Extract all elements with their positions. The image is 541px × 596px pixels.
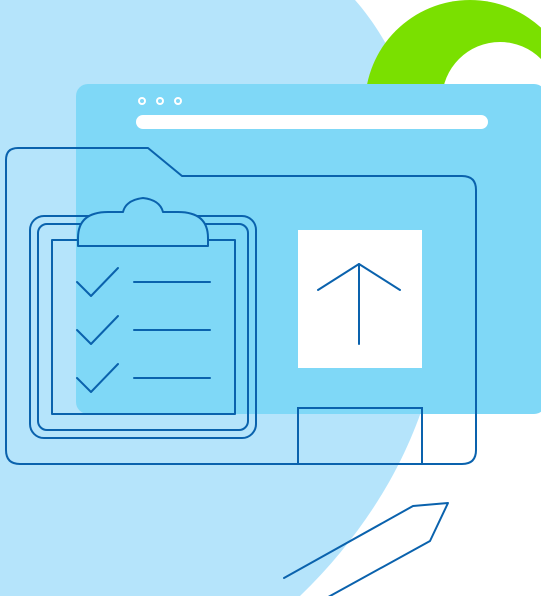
illustration-canvas: [0, 0, 541, 596]
upload-arrow-icon: [298, 230, 422, 368]
address-bar: [136, 115, 488, 129]
upload-documents-illustration: [0, 0, 541, 596]
